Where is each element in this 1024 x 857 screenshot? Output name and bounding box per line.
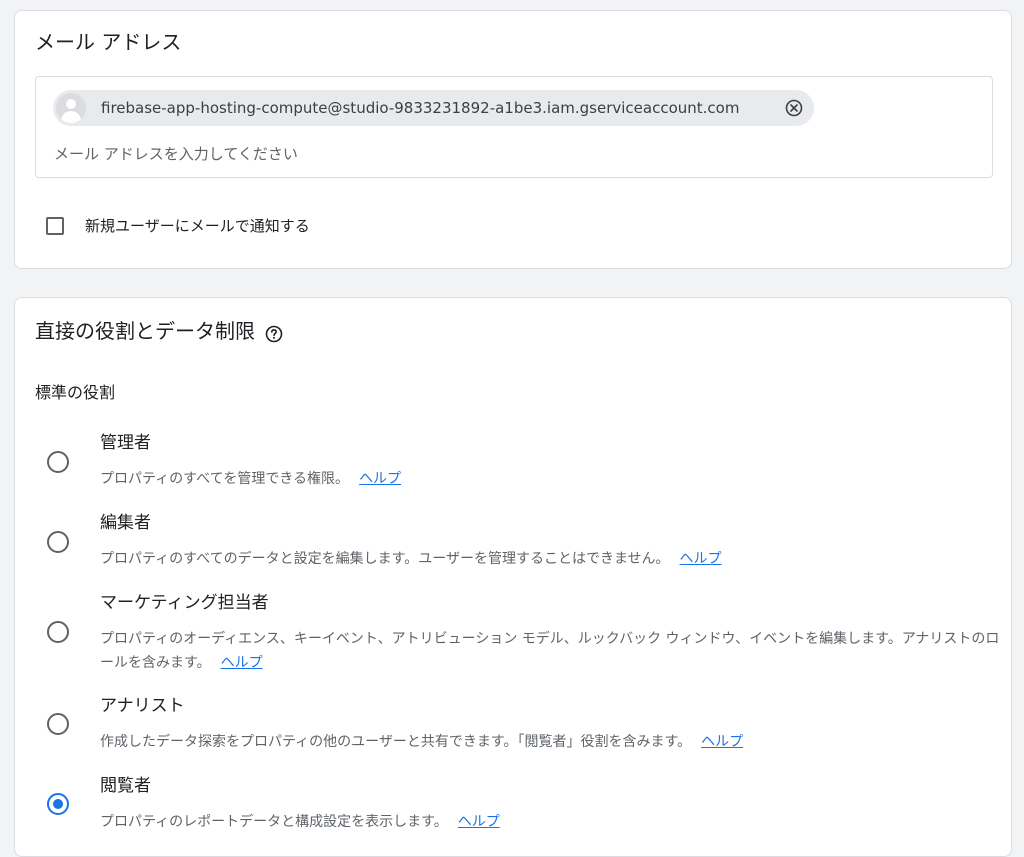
standard-roles-label: 標準の役割 — [35, 383, 116, 402]
remove-chip-icon[interactable] — [784, 98, 804, 118]
help-link[interactable]: ヘルプ — [701, 734, 743, 750]
role-name: 管理者 — [100, 433, 151, 453]
email-entry-box[interactable]: firebase-app-hosting-compute@studio-9833… — [35, 76, 993, 178]
role-radio-analyst[interactable] — [47, 713, 69, 735]
role-description: プロパティのすべてを管理できる権限。 ヘルプ — [100, 471, 402, 487]
help-icon[interactable] — [265, 322, 283, 343]
role-description: プロパティのレポートデータと構成設定を表示します。 ヘルプ — [100, 814, 500, 830]
role-description: プロパティのすべてのデータと設定を編集します。ユーザーを管理することはできません… — [100, 551, 722, 567]
role-description: 作成したデータ探索をプロパティの他のユーザーと共有できます。「閲覧者」役割を含み… — [100, 734, 744, 750]
roles-card: 直接の役割とデータ制限 標準の役割 管理者 プロパティのすべてを管理できる権限。… — [14, 297, 1012, 857]
role-radio-editor[interactable] — [47, 531, 69, 553]
help-link[interactable]: ヘルプ — [680, 551, 722, 567]
role-name: 閲覧者 — [100, 776, 151, 796]
roles-section-title: 直接の役割とデータ制限 — [35, 319, 255, 343]
help-link[interactable]: ヘルプ — [458, 814, 500, 830]
notify-checkbox[interactable] — [46, 216, 64, 235]
role-name: 編集者 — [100, 513, 151, 533]
role-name: アナリスト — [100, 696, 185, 716]
chip-email-text: firebase-app-hosting-compute@studio-9833… — [101, 99, 740, 117]
email-card: メール アドレス firebase-app-hosting-compute@st… — [14, 10, 1012, 269]
roles-section-title-row: 直接の役割とデータ制限 — [35, 317, 283, 345]
help-link[interactable]: ヘルプ — [359, 471, 401, 487]
role-radio-admin[interactable] — [47, 451, 69, 473]
email-chip: firebase-app-hosting-compute@studio-9833… — [53, 90, 814, 126]
email-section-title: メール アドレス — [35, 30, 182, 54]
role-radio-marketer[interactable] — [47, 621, 69, 643]
avatar-icon — [56, 93, 86, 123]
role-radio-viewer[interactable] — [47, 793, 69, 815]
notify-label: 新規ユーザーにメールで通知する — [85, 217, 310, 235]
role-description: プロパティのオーディエンス、キーイベント、アトリビューション モデル、ルックバッ… — [100, 631, 1000, 671]
role-name: マーケティング担当者 — [100, 593, 269, 613]
notify-new-users-row[interactable]: 新規ユーザーにメールで通知する — [46, 215, 310, 236]
email-input[interactable] — [54, 141, 954, 167]
help-link[interactable]: ヘルプ — [221, 655, 263, 671]
